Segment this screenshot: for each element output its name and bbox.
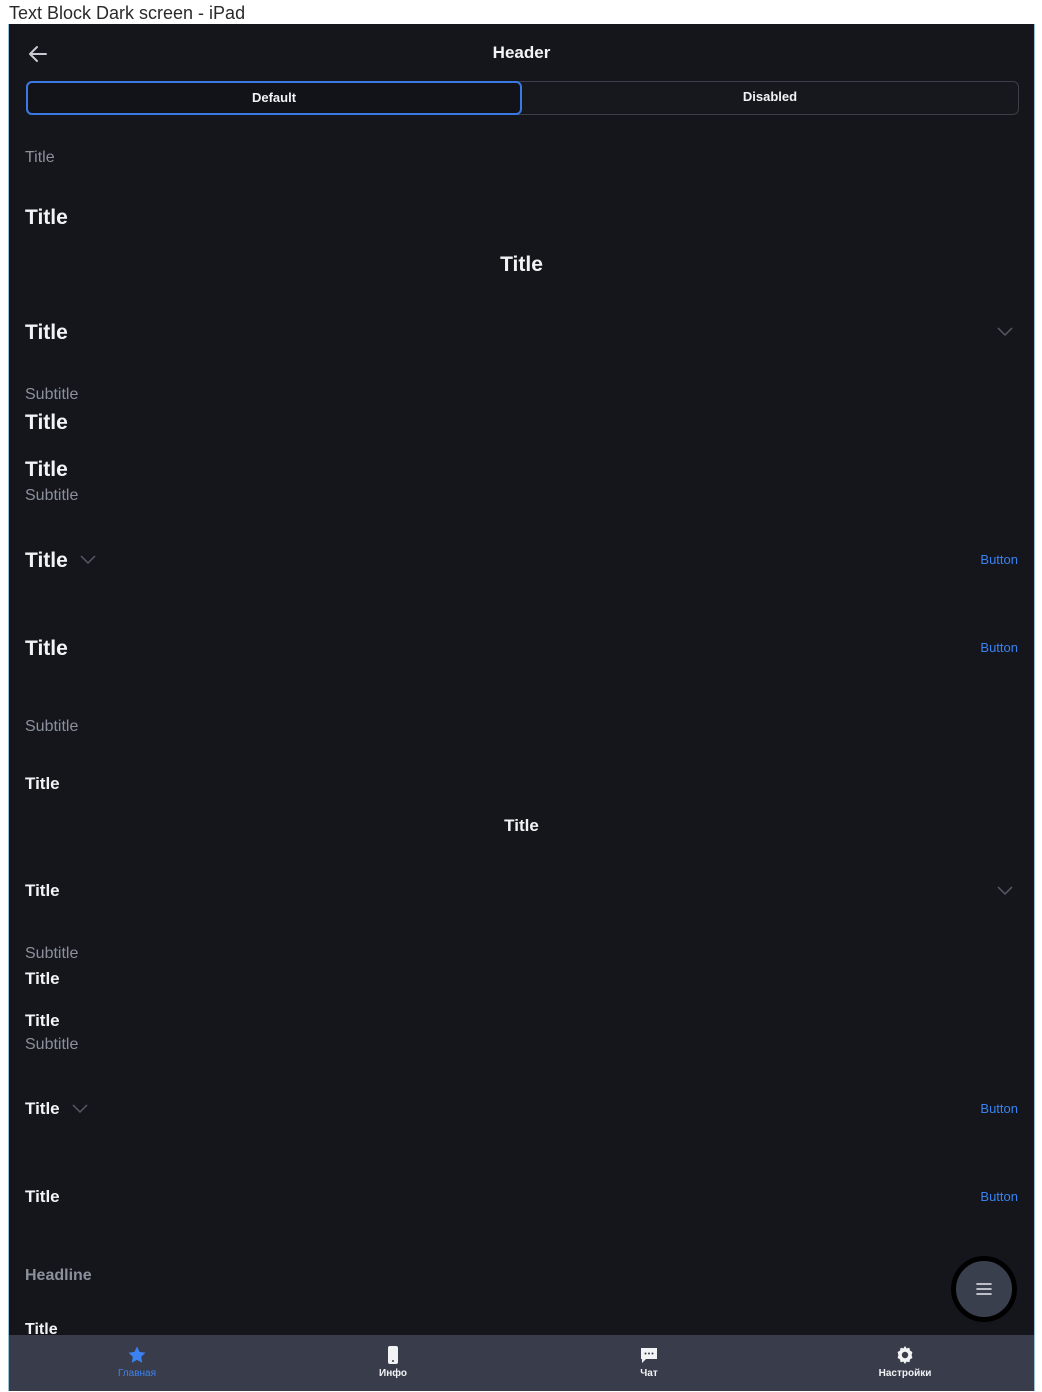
title-left: Title bbox=[25, 206, 68, 229]
title-center: Title bbox=[500, 253, 543, 276]
tab-chat[interactable]: Чат bbox=[521, 1335, 777, 1391]
menu-fab-button[interactable] bbox=[951, 1256, 1017, 1322]
title-with-button: Title bbox=[25, 1187, 60, 1206]
subtitle-standalone: Subtitle bbox=[25, 718, 79, 735]
chevron-down-icon[interactable] bbox=[997, 886, 1013, 896]
title-with-button: Title bbox=[25, 637, 68, 660]
subtitle-below: Subtitle bbox=[25, 1036, 79, 1053]
chat-icon bbox=[641, 1348, 657, 1363]
segment-disabled[interactable]: Disabled bbox=[522, 81, 1018, 113]
tab-settings[interactable]: Настройки bbox=[777, 1335, 1033, 1391]
action-button[interactable]: Button bbox=[980, 640, 1018, 655]
window-caption: Text Block Dark screen - iPad bbox=[9, 3, 246, 23]
tab-home[interactable]: Главная bbox=[9, 1335, 265, 1391]
title-with-chevron: Title bbox=[25, 321, 68, 344]
gear-icon bbox=[897, 1346, 913, 1364]
title-center: Title bbox=[504, 816, 539, 835]
phone-icon bbox=[388, 1346, 398, 1364]
subtitle-above: Subtitle bbox=[25, 945, 79, 962]
title-below-subtitle: Title bbox=[25, 969, 60, 988]
header-title: Header bbox=[492, 43, 551, 62]
app-screen: Header Default Disabled Title Title Titl… bbox=[8, 24, 1035, 1391]
title-small: Title bbox=[25, 149, 55, 166]
tab-home-label: Главная bbox=[117, 1368, 157, 1379]
title-dropdown[interactable]: Title bbox=[25, 549, 68, 573]
subtitle-below: Subtitle bbox=[25, 487, 79, 504]
tab-info[interactable]: Инфо bbox=[265, 1335, 521, 1391]
title-below-subtitle: Title bbox=[25, 411, 68, 434]
chevron-down-icon[interactable] bbox=[997, 327, 1013, 337]
tab-settings-label: Настройки bbox=[878, 1368, 932, 1379]
chevron-down-icon[interactable] bbox=[80, 555, 96, 565]
subtitle-above: Subtitle bbox=[25, 386, 79, 403]
title-above-subtitle: Title bbox=[25, 1011, 60, 1030]
tab-chat-label: Чат bbox=[640, 1368, 658, 1379]
bottom-tab-bar: Главная Инфо Чат Настройки bbox=[9, 1335, 1034, 1391]
chevron-down-icon[interactable] bbox=[72, 1104, 88, 1114]
action-button[interactable]: Button bbox=[980, 552, 1018, 567]
title-dropdown[interactable]: Title bbox=[25, 1099, 60, 1119]
headline: Headline bbox=[25, 1267, 92, 1284]
menu-icon bbox=[976, 1283, 992, 1295]
tab-info-label: Инфо bbox=[379, 1368, 407, 1379]
segment-default[interactable]: Default bbox=[26, 81, 522, 115]
action-button[interactable]: Button bbox=[980, 1101, 1018, 1116]
action-button[interactable]: Button bbox=[980, 1189, 1018, 1204]
title-left: Title bbox=[25, 774, 60, 793]
title-above-subtitle: Title bbox=[25, 458, 68, 481]
segmented-control: Default Disabled bbox=[26, 81, 1019, 115]
title-with-chevron: Title bbox=[25, 881, 60, 900]
star-icon bbox=[128, 1346, 146, 1363]
